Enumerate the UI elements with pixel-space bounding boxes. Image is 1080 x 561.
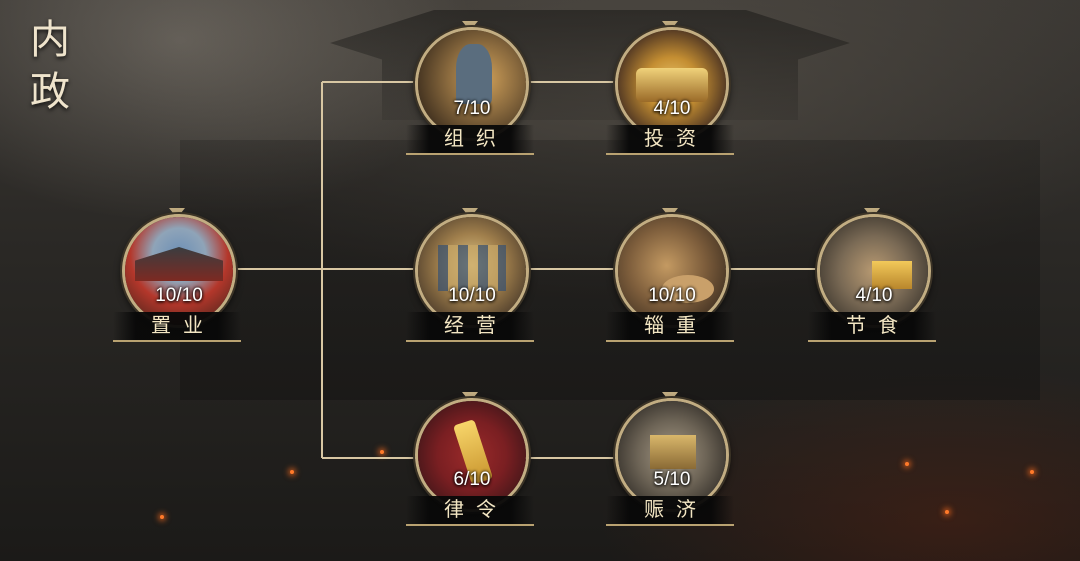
- skill-medal: 6/10: [415, 398, 529, 512]
- skill-level-count: 10/10: [648, 285, 696, 306]
- skill-level-count: 5/10: [653, 469, 691, 490]
- skill-node-jieshi[interactable]: 4/10 节食: [808, 208, 936, 342]
- skill-node-zhenji[interactable]: 5/10 赈济: [606, 392, 734, 526]
- skill-level-count: 6/10: [453, 469, 491, 490]
- skill-name-label: 组织: [406, 125, 534, 155]
- skill-name-label: 置业: [113, 312, 241, 342]
- skill-name-label: 经营: [406, 312, 534, 342]
- decree-scroll-icon: [418, 401, 526, 509]
- skill-medal: 5/10: [615, 398, 729, 512]
- skill-node-zuzhi[interactable]: 7/10 组织: [406, 21, 534, 155]
- skill-level-count: 4/10: [653, 98, 691, 119]
- skill-level-count: 7/10: [453, 98, 491, 119]
- skill-medal: 7/10: [415, 27, 529, 141]
- skill-name-label: 辎重: [606, 312, 734, 342]
- skill-level-count: 4/10: [855, 285, 893, 306]
- skill-medal: 10/10: [615, 214, 729, 328]
- grain-sacks-icon: [820, 217, 928, 325]
- skill-node-zizhong[interactable]: 10/10 辎重: [606, 208, 734, 342]
- skill-name-label: 投资: [606, 125, 734, 155]
- skill-medal: 4/10: [817, 214, 931, 328]
- official-icon: [418, 30, 526, 138]
- skill-level-count: 10/10: [448, 285, 496, 306]
- skill-node-lvling[interactable]: 6/10 律令: [406, 392, 534, 526]
- skill-name-label: 律令: [406, 496, 534, 526]
- skill-name-label: 节食: [808, 312, 936, 342]
- relief-crate-icon: [618, 401, 726, 509]
- skill-medal: 10/10: [122, 214, 236, 328]
- supply-cart-icon: [618, 217, 726, 325]
- skill-node-zhiye[interactable]: 10/10 置业: [113, 208, 241, 342]
- skill-level-count: 10/10: [155, 285, 203, 306]
- skill-medal: 10/10: [415, 214, 529, 328]
- skill-name-label: 赈济: [606, 496, 734, 526]
- treasure-chest-icon: [618, 30, 726, 138]
- skill-node-jingying[interactable]: 10/10 经营: [406, 208, 534, 342]
- palace-icon: [125, 217, 233, 325]
- skill-node-touzi[interactable]: 4/10 投资: [606, 21, 734, 155]
- market-icon: [418, 217, 526, 325]
- skill-medal: 4/10: [615, 27, 729, 141]
